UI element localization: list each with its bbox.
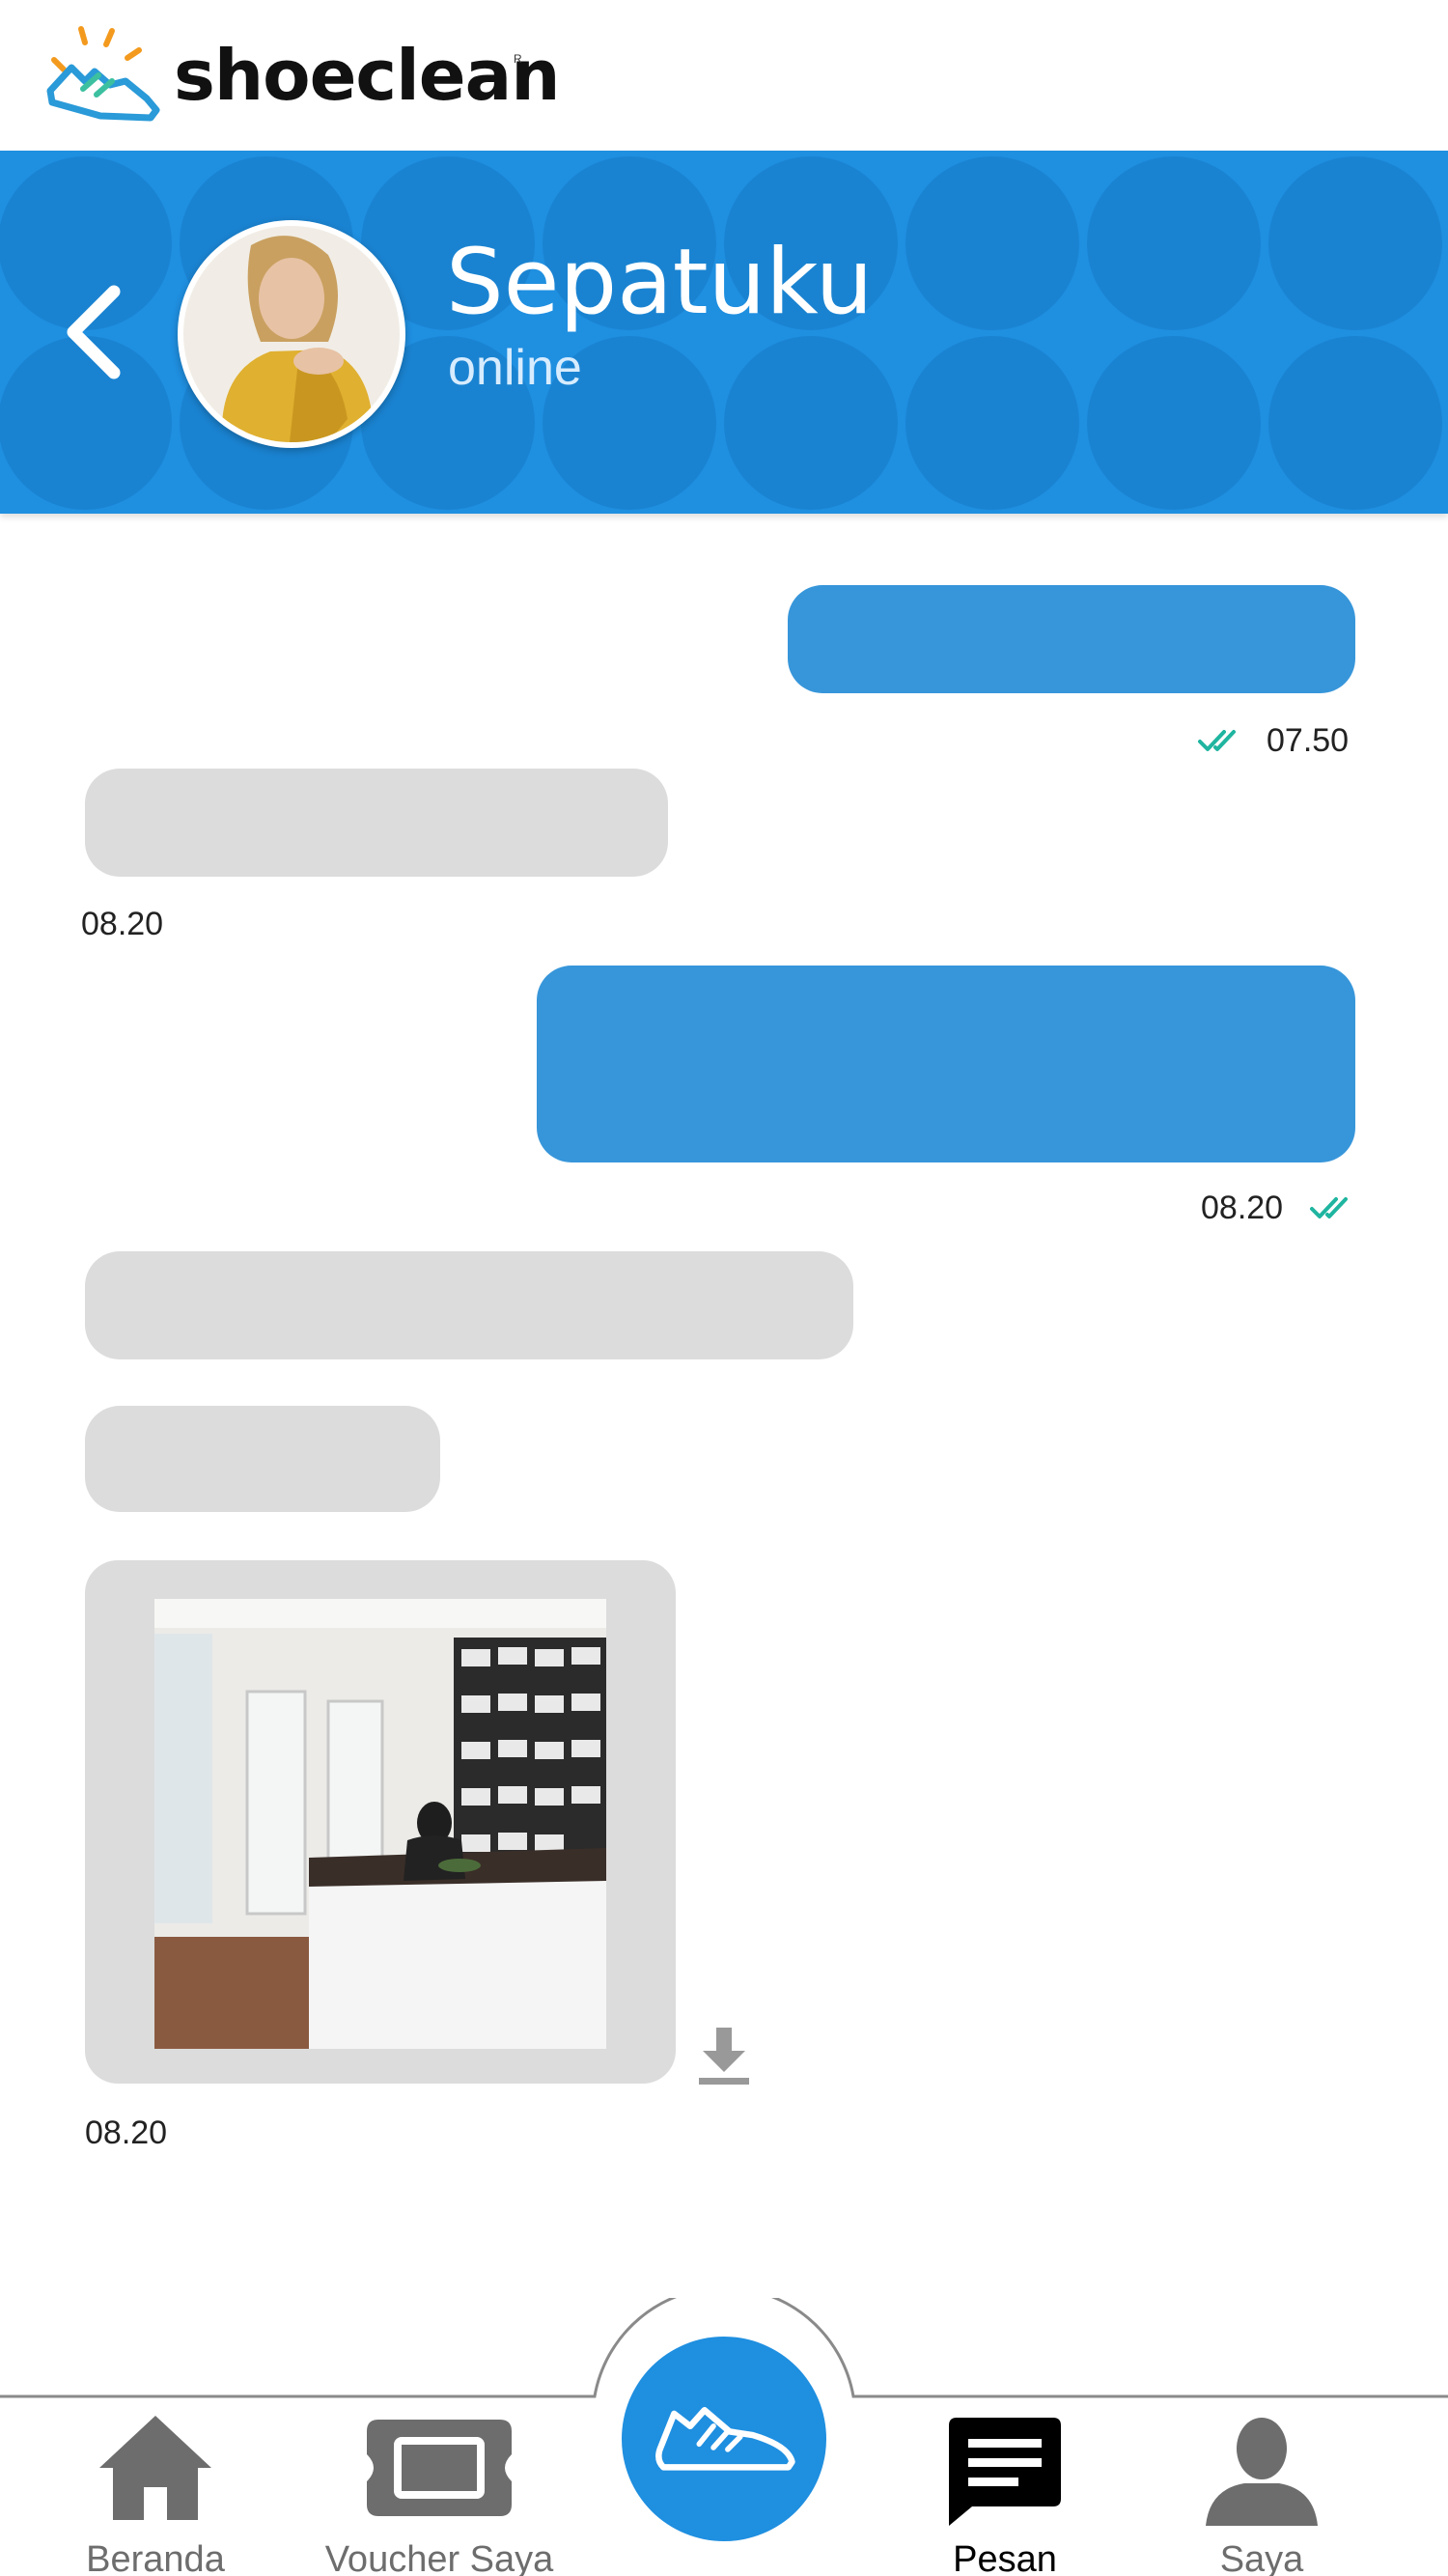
nav-item-voucher-saya[interactable]: Voucher Saya — [319, 2414, 560, 2576]
logo-text: shoeclean — [174, 35, 560, 116]
shoeclean-logo-icon — [46, 26, 160, 122]
nav-label: Beranda — [86, 2539, 225, 2576]
nav-item-saya[interactable]: Saya — [1141, 2414, 1382, 2576]
center-shoe-button[interactable] — [622, 2337, 826, 2541]
message-time: 08.20 — [81, 906, 164, 942]
store-photo — [154, 1599, 606, 2049]
nav-label: Saya — [1219, 2539, 1304, 2576]
nav-item-beranda[interactable]: Beranda — [35, 2414, 276, 2576]
ticket-icon — [367, 2420, 512, 2516]
app-bar: shoeclean R — [0, 0, 1448, 151]
read-ticks-icon — [1310, 1197, 1348, 1218]
back-button[interactable] — [56, 274, 133, 390]
nav-item-pesan[interactable]: Pesan — [884, 2414, 1126, 2576]
shoe-icon — [655, 2406, 795, 2471]
contact-name: Sepatuku — [446, 230, 874, 335]
bottom-navigation: Beranda Voucher Saya Pesan Saya — [0, 2298, 1448, 2576]
contact-avatar[interactable] — [178, 220, 405, 448]
message-bubble-incoming[interactable] — [85, 769, 668, 877]
read-ticks-icon — [1198, 730, 1236, 751]
message-bubble-outgoing[interactable] — [537, 966, 1355, 1162]
chat-header: Sepatuku online — [0, 151, 1448, 514]
download-icon[interactable] — [697, 2024, 751, 2086]
avatar-photo — [183, 226, 400, 442]
registered-mark: R — [514, 52, 522, 66]
message-time: 07.50 — [1267, 722, 1350, 759]
message-bubble-incoming[interactable] — [85, 1251, 853, 1359]
home-icon — [99, 2416, 211, 2520]
message-bubble-incoming[interactable] — [85, 1406, 440, 1512]
contact-status: online — [448, 340, 582, 396]
person-icon — [1206, 2418, 1318, 2526]
message-time: 08.20 — [85, 2114, 168, 2151]
image-message-bubble[interactable] — [85, 1560, 676, 2084]
nav-label: Voucher Saya — [324, 2539, 554, 2576]
message-bubble-outgoing[interactable] — [788, 585, 1355, 693]
nav-label: Pesan — [953, 2539, 1057, 2576]
chat-icon — [949, 2418, 1061, 2526]
shared-photo[interactable] — [154, 1599, 606, 2049]
message-time: 08.20 — [1201, 1190, 1284, 1226]
